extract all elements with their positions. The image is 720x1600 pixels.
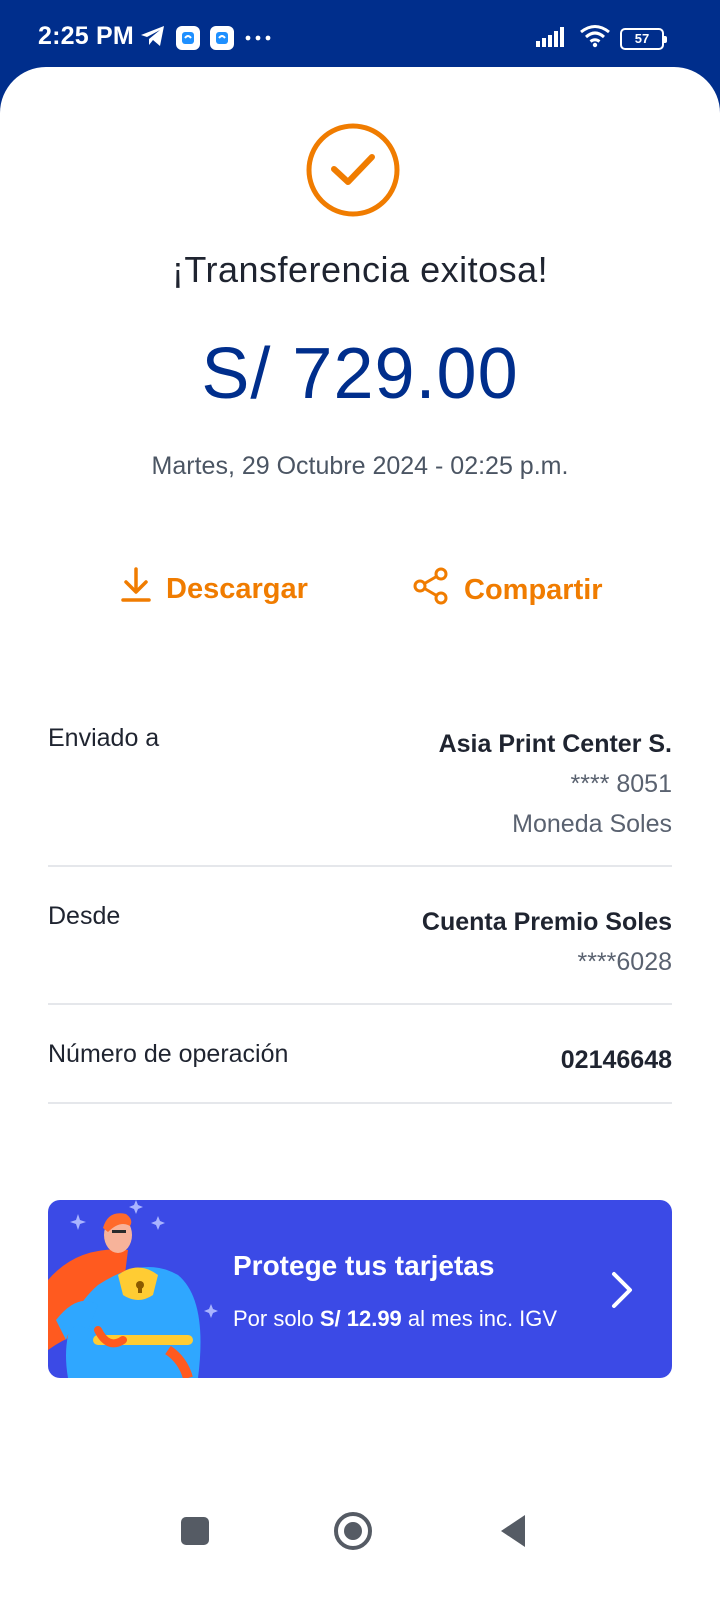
promo-sub-suffix: al mes inc. IGV bbox=[407, 1306, 558, 1331]
sent-to-row: Enviado a Asia Print Center S. **** 8051… bbox=[48, 724, 672, 854]
from-values: Cuenta Premio Soles ****6028 bbox=[422, 902, 672, 982]
share-icon bbox=[412, 567, 450, 613]
recipient-currency: Moneda Soles bbox=[512, 810, 672, 838]
share-label: Compartir bbox=[464, 573, 603, 606]
divider bbox=[48, 1003, 672, 1005]
source-account-number: ****6028 bbox=[577, 948, 672, 976]
source-account-name: Cuenta Premio Soles bbox=[421, 908, 672, 936]
sent-to-label: Enviado a bbox=[48, 724, 160, 752]
app-notification-icon bbox=[176, 26, 200, 50]
status-time: 2:25 PM bbox=[38, 22, 134, 50]
wifi-icon bbox=[579, 24, 611, 53]
from-label: Desde bbox=[48, 902, 121, 930]
download-button[interactable]: Descargar bbox=[120, 567, 308, 611]
superhero-illustration bbox=[48, 1200, 218, 1378]
promo-subtitle: Por solo S/ 12.99 al mes inc. IGV bbox=[233, 1306, 557, 1332]
system-nav-bar bbox=[0, 1484, 720, 1600]
battery-icon: 57 bbox=[620, 27, 667, 50]
recipient-name: Asia Print Center S. bbox=[438, 730, 672, 758]
transfer-amount: S/ 729.00 bbox=[201, 334, 519, 414]
chevron-right-icon bbox=[610, 1270, 634, 1315]
home-button[interactable] bbox=[333, 1511, 373, 1556]
operation-label: Número de operación bbox=[48, 1040, 289, 1068]
operation-row: Número de operación 02146648 bbox=[48, 1040, 672, 1090]
check-circle-icon bbox=[305, 122, 401, 223]
transfer-datetime: Martes, 29 Octubre 2024 - 02:25 p.m. bbox=[151, 452, 569, 480]
sent-to-values: Asia Print Center S. **** 8051 Moneda So… bbox=[439, 724, 672, 844]
status-notification-icons bbox=[140, 23, 272, 53]
share-button[interactable]: Compartir bbox=[412, 567, 603, 613]
signal-icon bbox=[536, 25, 570, 52]
back-button[interactable] bbox=[498, 1513, 528, 1554]
promo-price: S/ 12.99 bbox=[319, 1306, 402, 1331]
app-notification-icon bbox=[210, 26, 234, 50]
operation-number: 02146648 bbox=[560, 1046, 672, 1074]
download-label: Descargar bbox=[166, 572, 308, 605]
divider bbox=[48, 1102, 672, 1104]
telegram-icon bbox=[140, 24, 166, 53]
receipt-sheet: ¡Transferencia exitosa! S/ 729.00 Martes… bbox=[0, 67, 720, 1600]
more-dots-icon bbox=[244, 29, 272, 47]
download-icon bbox=[120, 567, 152, 611]
status-system-icons: 57 bbox=[536, 24, 667, 53]
promo-sub-prefix: Por solo bbox=[233, 1306, 314, 1331]
recent-apps-button[interactable] bbox=[180, 1516, 210, 1551]
page-title: ¡Transferencia exitosa! bbox=[171, 249, 549, 290]
divider bbox=[48, 865, 672, 867]
protect-cards-banner[interactable]: Protege tus tarjetas Por solo S/ 12.99 a… bbox=[48, 1200, 672, 1378]
operation-values: 02146648 bbox=[561, 1040, 672, 1080]
promo-title: Protege tus tarjetas bbox=[233, 1250, 495, 1281]
recipient-account: **** 8051 bbox=[570, 770, 672, 798]
from-row: Desde Cuenta Premio Soles ****6028 bbox=[48, 902, 672, 992]
